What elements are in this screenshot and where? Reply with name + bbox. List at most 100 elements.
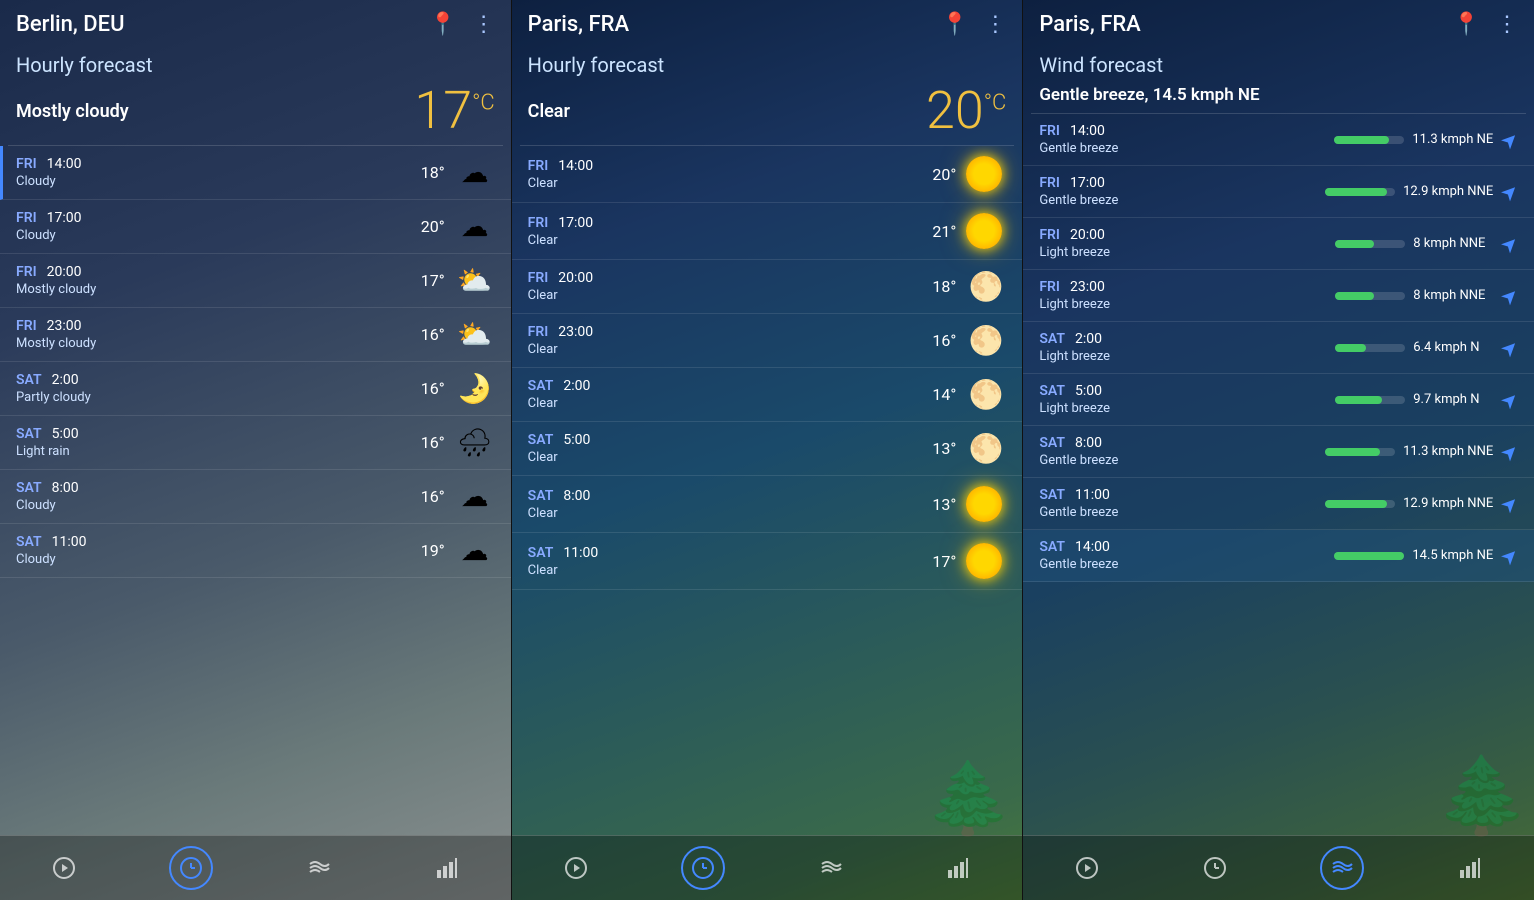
forecast-temp: 16° [410, 325, 445, 344]
paris-wind-nav-current[interactable] [1065, 846, 1109, 890]
berlin-header-icons: 📍 ⋮ [429, 12, 494, 37]
paris-wind-subtitle: Gentle breeze, 14.5 kmph NE [1023, 81, 1534, 113]
wind-row[interactable]: SAT 8:00 Gentle breeze 11.3 kmph NNE ➤ [1023, 426, 1534, 478]
paris-wind-dots-icon[interactable]: ⋮ [1496, 12, 1518, 37]
day-label: FRI [16, 318, 37, 334]
berlin-nav-current[interactable] [42, 846, 86, 890]
forecast-right: 16° 🌛 [410, 375, 495, 403]
paris-wind-nav-wind[interactable] [1320, 846, 1364, 890]
time-label: 2:00 [52, 372, 79, 388]
wind-bar [1334, 552, 1404, 560]
forecast-time: SAT 2:00 [528, 378, 922, 394]
wind-bar-container [1335, 240, 1405, 248]
forecast-row[interactable]: SAT 8:00 Clear 13° [512, 476, 1023, 533]
berlin-nav-wind[interactable] [297, 846, 341, 890]
time-label: 20:00 [47, 264, 82, 280]
wind-row[interactable]: SAT 11:00 Gentle breeze 12.9 kmph NNE ➤ [1023, 478, 1534, 530]
forecast-row[interactable]: FRI 23:00 Clear 16° 🌕 [512, 314, 1023, 368]
wind-row[interactable]: SAT 5:00 Light breeze 9.7 kmph N ➤ [1023, 374, 1534, 426]
forecast-condition: Cloudy [16, 174, 410, 189]
forecast-row-info: SAT 11:00 Cloudy [16, 534, 410, 567]
paris-hourly-nav-hourly[interactable] [681, 846, 725, 890]
paris-wind-bottom-nav [1023, 835, 1534, 900]
paris-hourly-nav-current[interactable] [554, 846, 598, 890]
wind-row-info: FRI 14:00 Gentle breeze [1039, 123, 1334, 156]
day-label: FRI [528, 270, 549, 286]
wind-time-label: 8:00 [1075, 435, 1102, 451]
berlin-current-condition: Mostly cloudy 17°C [0, 81, 511, 145]
wind-forecast-time: FRI 14:00 [1039, 123, 1334, 139]
wind-row-right: 12.9 kmph NNE ➤ [1325, 492, 1518, 516]
wind-bar [1335, 396, 1382, 404]
forecast-time: FRI 14:00 [16, 156, 410, 172]
paris-hourly-nav-wind[interactable] [809, 846, 853, 890]
wind-type: Light breeze [1039, 401, 1335, 416]
paris-wind-header: Paris, FRA 📍 ⋮ [1023, 0, 1534, 45]
wind-row[interactable]: FRI 17:00 Gentle breeze 12.9 kmph NNE ➤ [1023, 166, 1534, 218]
forecast-time: FRI 23:00 [528, 324, 922, 340]
wind-row[interactable]: SAT 14:00 Gentle breeze 14.5 kmph NE ➤ [1023, 530, 1534, 582]
forecast-condition: Partly cloudy [16, 390, 410, 405]
wind-forecast-time: FRI 20:00 [1039, 227, 1335, 243]
forecast-row[interactable]: FRI 20:00 Mostly cloudy 17° ⛅ [0, 254, 511, 308]
time-label: 11:00 [52, 534, 87, 550]
berlin-nav-hourly[interactable] [169, 846, 213, 890]
paris-wind-nav-hourly[interactable] [1193, 846, 1237, 890]
forecast-row[interactable]: FRI 14:00 Clear 20° [512, 146, 1023, 203]
berlin-nav-chart[interactable] [425, 846, 469, 890]
day-label: FRI [528, 324, 549, 340]
wind-time-label: 2:00 [1075, 331, 1102, 347]
wind-speed: 14.5 kmph NE [1412, 548, 1493, 563]
wind-type: Light breeze [1039, 245, 1335, 260]
forecast-time: FRI 14:00 [528, 158, 922, 174]
forecast-row[interactable]: SAT 11:00 Clear 17° [512, 533, 1023, 590]
weather-icon: 🌧 [455, 429, 495, 457]
forecast-row-info: SAT 8:00 Cloudy [16, 480, 410, 513]
forecast-row[interactable]: FRI 14:00 Cloudy 18° ☁ [0, 146, 511, 200]
forecast-row[interactable]: SAT 2:00 Partly cloudy 16° 🌛 [0, 362, 511, 416]
paris-hourly-pin-icon[interactable]: 📍 [941, 12, 968, 37]
forecast-temp: 13° [921, 495, 956, 514]
wind-bar-container [1335, 292, 1405, 300]
wind-forecast-time: SAT 8:00 [1039, 435, 1325, 451]
forecast-row[interactable]: FRI 23:00 Mostly cloudy 16° ⛅ [0, 308, 511, 362]
forecast-condition: Clear [528, 233, 922, 248]
paris-wind-nav-chart[interactable] [1448, 846, 1492, 890]
forecast-row[interactable]: FRI 20:00 Clear 18° 🌕 [512, 260, 1023, 314]
wind-type: Light breeze [1039, 297, 1335, 312]
wind-type: Gentle breeze [1039, 193, 1325, 208]
wind-day-label: FRI [1039, 279, 1060, 295]
forecast-row[interactable]: SAT 11:00 Cloudy 19° ☁ [0, 524, 511, 578]
wind-type: Gentle breeze [1039, 505, 1325, 520]
wind-bar [1325, 448, 1380, 456]
paris-wind-pin-icon[interactable]: 📍 [1453, 12, 1480, 37]
paris-hourly-dots-icon[interactable]: ⋮ [984, 12, 1006, 37]
paris-hourly-nav-chart[interactable] [936, 846, 980, 890]
wind-row[interactable]: FRI 23:00 Light breeze 8 kmph NNE ➤ [1023, 270, 1534, 322]
time-label: 8:00 [52, 480, 79, 496]
wind-bar-container [1325, 448, 1395, 456]
time-label: 23:00 [47, 318, 82, 334]
forecast-row[interactable]: SAT 2:00 Clear 14° 🌕 [512, 368, 1023, 422]
wind-forecast-time: SAT 11:00 [1039, 487, 1325, 503]
wind-row[interactable]: FRI 14:00 Gentle breeze 11.3 kmph NE ➤ [1023, 114, 1534, 166]
time-label: 11:00 [563, 545, 598, 561]
berlin-pin-icon[interactable]: 📍 [429, 12, 456, 37]
wind-row-info: SAT 2:00 Light breeze [1039, 331, 1335, 364]
forecast-time: FRI 17:00 [528, 215, 922, 231]
forecast-row[interactable]: SAT 5:00 Light rain 16° 🌧 [0, 416, 511, 470]
wind-row[interactable]: FRI 20:00 Light breeze 8 kmph NNE ➤ [1023, 218, 1534, 270]
wind-row[interactable]: SAT 2:00 Light breeze 6.4 kmph N ➤ [1023, 322, 1534, 374]
forecast-temp: 18° [921, 277, 956, 296]
weather-icon [966, 156, 1006, 192]
wind-row-right: 11.3 kmph NE ➤ [1334, 128, 1518, 152]
berlin-dots-icon[interactable]: ⋮ [473, 12, 495, 37]
forecast-row[interactable]: SAT 8:00 Cloudy 16° ☁ [0, 470, 511, 524]
paris-hourly-section-title: Hourly forecast [512, 45, 1023, 81]
wind-day-label: FRI [1039, 175, 1060, 191]
forecast-row[interactable]: SAT 5:00 Clear 13° 🌕 [512, 422, 1023, 476]
forecast-row-info: FRI 23:00 Mostly cloudy [16, 318, 410, 351]
forecast-row[interactable]: FRI 17:00 Cloudy 20° ☁ [0, 200, 511, 254]
forecast-temp: 16° [410, 433, 445, 452]
forecast-row[interactable]: FRI 17:00 Clear 21° [512, 203, 1023, 260]
